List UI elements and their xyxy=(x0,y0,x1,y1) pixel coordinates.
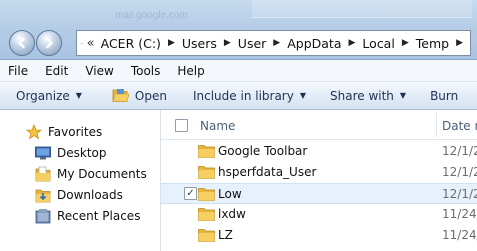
chevron-right-icon[interactable]: ▶ xyxy=(224,38,231,48)
folder-icon xyxy=(198,208,215,221)
forward-button[interactable] xyxy=(36,30,62,56)
arrow-right-icon xyxy=(46,37,53,49)
organize-label: Organize xyxy=(16,88,70,103)
dropdown-arrow-icon: ▼ xyxy=(299,91,306,100)
nav-item-downloads[interactable]: Downloads xyxy=(0,185,160,205)
folder-icon xyxy=(198,166,215,179)
navigation-pane: Favorites Desktop My Documents Downloads xyxy=(0,110,160,251)
folder-icon xyxy=(198,145,215,158)
recent-places-icon xyxy=(35,209,51,224)
file-date: 11/24/ xyxy=(442,207,477,221)
command-bar: Organize ▼ Open Include in library ▼ Sha… xyxy=(0,82,477,110)
file-row[interactable]: Google Toolbar 12/1/2 xyxy=(161,141,477,162)
column-header: Name Date m xyxy=(161,110,477,140)
chevron-right-icon[interactable]: ▶ xyxy=(402,38,409,48)
dropdown-arrow-icon: ▼ xyxy=(399,91,407,100)
menu-view[interactable]: View xyxy=(85,64,113,78)
burn-label: Burn xyxy=(430,88,459,103)
menu-bar: File Edit View Tools Help xyxy=(0,60,477,82)
organize-button[interactable]: Organize ▼ xyxy=(16,89,82,103)
arrow-left-icon xyxy=(18,37,25,49)
burn-button[interactable]: Burn xyxy=(430,89,458,103)
file-name: lxdw xyxy=(218,207,246,221)
open-label: Open xyxy=(134,88,167,103)
nav-favorites-label: Favorites xyxy=(48,125,103,139)
nav-item-my-documents[interactable]: My Documents xyxy=(0,164,160,184)
nav-favorites[interactable]: Favorites xyxy=(0,122,160,142)
breadcrumb-user[interactable]: User ▶ xyxy=(238,36,287,51)
breadcrumb-acer[interactable]: ACER (C:) ▶ xyxy=(101,36,182,51)
folder-icon xyxy=(198,188,215,201)
breadcrumb-appdata[interactable]: AppData ▶ xyxy=(287,36,362,51)
chevron-right-icon[interactable]: ▶ xyxy=(456,38,463,48)
open-button[interactable]: Open xyxy=(112,88,167,103)
row-checkbox-checked[interactable]: ✓ xyxy=(184,187,197,200)
file-row[interactable]: lxdw 11/24/ xyxy=(161,204,477,225)
share-with-button[interactable]: Share with ▼ xyxy=(330,89,406,103)
background-window-url: mail.google.com xyxy=(115,10,188,21)
address-bar[interactable]: « ACER (C:) ▶ Users ▶ User ▶ AppData ▶ Local… xyxy=(76,30,471,56)
menu-help[interactable]: Help xyxy=(177,64,204,78)
file-name: Low xyxy=(218,187,242,201)
file-row-selected[interactable]: ✓ Low 12/1/2 xyxy=(161,183,477,204)
chevron-right-icon[interactable]: ▶ xyxy=(349,38,356,48)
menu-file[interactable]: File xyxy=(8,64,28,78)
nav-item-label: My Documents xyxy=(57,167,147,181)
file-date: 12/1/2 xyxy=(442,187,477,201)
file-list: Name Date m Google Toolbar 12/1/2 hsperf… xyxy=(161,110,477,251)
nav-item-label: Downloads xyxy=(57,188,123,202)
breadcrumb-users[interactable]: Users ▶ xyxy=(182,36,238,51)
breadcrumb-label: User xyxy=(237,35,267,51)
breadcrumb-local[interactable]: Local ▶ xyxy=(362,36,415,51)
breadcrumb-label: Local xyxy=(362,35,395,51)
file-date: 11/24/ xyxy=(442,228,477,242)
include-in-library-button[interactable]: Include in library ▼ xyxy=(193,89,306,103)
breadcrumb-label: AppData xyxy=(287,35,342,51)
select-all-checkbox[interactable] xyxy=(175,119,188,132)
file-name: Google Toolbar xyxy=(218,144,308,158)
file-row[interactable]: LZ 11/24/ xyxy=(161,225,477,246)
column-date-modified[interactable]: Date m xyxy=(442,119,477,133)
menu-edit[interactable]: Edit xyxy=(45,64,68,78)
file-date: 12/1/2 xyxy=(442,165,477,179)
downloads-folder-icon xyxy=(35,189,51,203)
chevron-right-icon[interactable]: ▶ xyxy=(273,38,280,48)
nav-item-label: Desktop xyxy=(57,146,107,160)
breadcrumb-label: ACER (C:) xyxy=(100,35,161,51)
back-button[interactable] xyxy=(9,30,35,56)
nav-item-recent-places[interactable]: Recent Places xyxy=(0,206,160,226)
include-label: Include in library xyxy=(192,88,294,103)
nav-item-label: Recent Places xyxy=(57,209,141,223)
breadcrumb-label: Users xyxy=(181,35,217,51)
column-name[interactable]: Name xyxy=(200,119,235,133)
folder-icon xyxy=(81,42,83,44)
folder-icon xyxy=(198,229,215,242)
dropdown-arrow-icon: ▼ xyxy=(75,91,82,100)
breadcrumb-label: Temp xyxy=(415,35,450,51)
file-name: LZ xyxy=(218,228,233,242)
open-folder-icon xyxy=(112,89,130,102)
file-date: 12/1/2 xyxy=(442,144,477,158)
star-icon xyxy=(26,124,42,140)
breadcrumb-temp[interactable]: Temp ▶ xyxy=(416,36,470,51)
desktop-icon xyxy=(35,146,51,160)
share-label: Share with xyxy=(330,88,394,103)
background-window-strip xyxy=(252,0,472,18)
file-name: hsperfdata_User xyxy=(218,165,317,179)
chevron-right-icon[interactable]: ▶ xyxy=(168,38,175,48)
nav-item-desktop[interactable]: Desktop xyxy=(0,143,160,163)
documents-folder-icon xyxy=(35,166,51,182)
file-row[interactable]: hsperfdata_User 12/1/2 xyxy=(161,162,477,183)
column-separator[interactable] xyxy=(436,113,437,137)
menu-tools[interactable]: Tools xyxy=(131,64,161,78)
overflow-chevron[interactable]: « xyxy=(87,36,95,51)
